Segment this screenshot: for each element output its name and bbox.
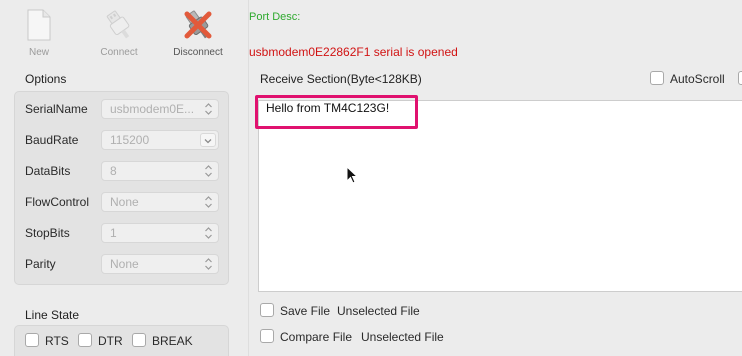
receive-title: Receive Section(Byte<128KB) <box>260 72 422 86</box>
new-file-icon <box>22 8 56 42</box>
updown-arrows-icon <box>205 227 212 239</box>
dropdown-button[interactable] <box>200 133 216 147</box>
port-desc: Port Desc: <box>249 11 301 23</box>
updown-arrows-icon <box>205 165 212 177</box>
updown-arrows-icon <box>205 258 212 270</box>
rts-checkbox[interactable] <box>25 333 39 347</box>
new-label: New <box>28 47 49 58</box>
option-value: None <box>110 195 139 209</box>
option-flow-control: FlowControl None <box>25 192 219 212</box>
option-label: Parity <box>25 257 56 271</box>
dtr-label: DTR <box>98 334 123 348</box>
option-label: BaudRate <box>25 133 79 147</box>
compare-file-label: Compare File <box>280 330 353 344</box>
option-value: usbmodem0E... <box>110 102 195 116</box>
option-stop-bits: StopBits 1 <box>25 223 219 243</box>
save-file-value: Unselected File <box>337 304 420 318</box>
status-message: usbmodem0E22862F1 serial is opened <box>249 45 458 59</box>
parity-select[interactable]: None <box>101 254 219 274</box>
option-parity: Parity None <box>25 254 219 274</box>
option-label: SerialName <box>25 102 88 116</box>
option-label: FlowControl <box>25 195 90 209</box>
disconnect-icon <box>181 8 215 42</box>
connect-button[interactable]: Connect <box>84 8 154 60</box>
autoscroll-label: AutoScroll <box>670 72 725 86</box>
serial-name-select[interactable]: usbmodem0E... <box>101 99 219 119</box>
partial-checkbox[interactable] <box>738 71 742 85</box>
compare-file-value: Unselected File <box>361 330 444 344</box>
break-checkbox[interactable] <box>132 333 146 347</box>
highlight-box <box>255 95 418 129</box>
option-value: 8 <box>110 164 117 178</box>
autoscroll-checkbox[interactable] <box>650 71 664 85</box>
data-bits-select[interactable]: 8 <box>101 161 219 181</box>
option-label: StopBits <box>25 226 70 240</box>
usb-plug-icon <box>102 8 136 42</box>
line-state-title: Line State <box>25 308 80 322</box>
dtr-checkbox[interactable] <box>78 333 92 347</box>
break-label: BREAK <box>152 334 193 348</box>
option-value: 115200 <box>110 133 150 147</box>
updown-arrows-icon <box>205 196 212 208</box>
rts-label: RTS <box>45 334 69 348</box>
option-value: 1 <box>110 226 117 240</box>
new-button[interactable]: New <box>4 8 74 60</box>
disconnect-button[interactable]: Disconnect <box>163 8 233 60</box>
save-file-label: Save File <box>280 304 331 318</box>
option-serial-name: SerialName usbmodem0E... <box>25 99 219 119</box>
connect-label: Connect <box>100 47 138 58</box>
baud-rate-combo[interactable]: 115200 <box>101 130 219 150</box>
updown-arrows-icon <box>205 103 212 115</box>
stop-bits-select[interactable]: 1 <box>101 223 219 243</box>
mouse-cursor-icon <box>346 166 358 184</box>
disconnect-label: Disconnect <box>173 47 223 58</box>
options-title: Options <box>25 72 67 86</box>
save-file-checkbox[interactable] <box>260 303 274 317</box>
option-baud-rate: BaudRate 115200 <box>25 130 219 150</box>
flow-control-select[interactable]: None <box>101 192 219 212</box>
compare-file-checkbox[interactable] <box>260 329 274 343</box>
chevron-down-icon <box>204 139 212 144</box>
option-label: DataBits <box>25 164 71 178</box>
option-data-bits: DataBits 8 <box>25 161 219 181</box>
option-value: None <box>110 257 139 271</box>
